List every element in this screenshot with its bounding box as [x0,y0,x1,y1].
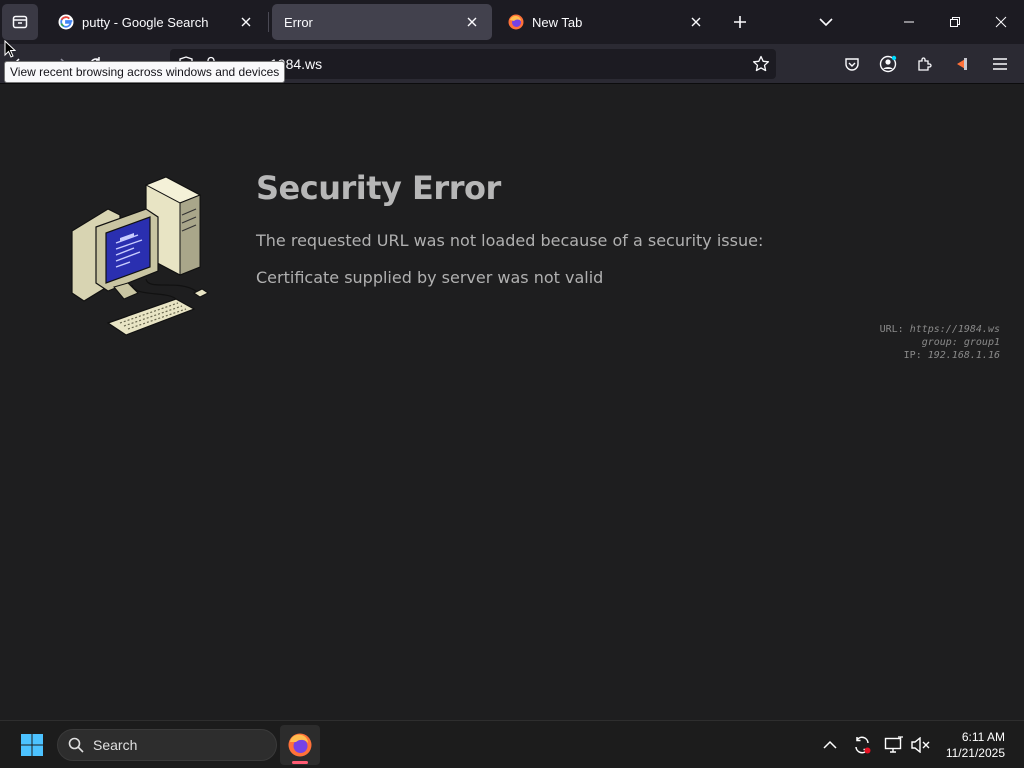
ip-key: IP: [903,350,922,361]
pocket-icon [845,58,859,71]
url-key: URL: [879,324,904,335]
taskbar: Search 6:11 AM 11/21/2025 [0,720,1024,768]
new-tab-button[interactable] [722,4,758,40]
close-tab-icon[interactable] [462,12,482,32]
extension-icon [957,58,967,70]
firefox-icon [288,733,312,757]
tab-title: putty - Google Search [82,14,209,30]
volume-muted-icon [911,737,930,753]
hamburger-menu-icon [993,58,1007,70]
firefox-view-icon [12,15,28,29]
minimize-button[interactable] [886,0,932,44]
taskbar-firefox[interactable] [280,725,320,765]
close-window-button[interactable] [978,0,1024,44]
group-detail: group: group1 [740,336,1000,349]
close-icon [995,16,1007,28]
volume-tray-button[interactable] [908,733,932,757]
tab-title: New Tab [532,14,583,30]
request-details: URL: https://1984.ws group: group1 IP: 1… [740,323,1000,362]
tab-new-tab[interactable]: New Tab [496,4,716,40]
sync-tray-button[interactable] [850,733,874,757]
close-tab-icon[interactable] [236,12,256,32]
account-button[interactable] [872,48,904,80]
restore-button[interactable] [932,0,978,44]
plus-icon [734,16,746,28]
error-page: Security Error The requested URL was not… [0,85,1024,719]
network-tray-button[interactable] [882,733,906,757]
start-button[interactable] [14,729,50,761]
extension-button[interactable] [946,48,978,80]
system-clock[interactable]: 6:11 AM 11/21/2025 [946,729,1005,761]
error-description: The requested URL was not loaded because… [256,231,764,250]
url-value: https://1984.ws [909,324,1000,335]
page-title: Security Error [256,169,501,207]
tab-separator [268,12,269,32]
firefox-view-button[interactable] [2,4,38,40]
tab-google-search[interactable]: putty - Google Search [46,4,266,40]
search-icon [68,737,84,753]
list-all-tabs-button[interactable] [808,4,844,40]
group-key: group: [921,337,958,348]
pocket-button[interactable] [836,48,868,80]
clock-date: 11/21/2025 [945,746,1005,760]
clock-time: 6:11 AM [961,730,1005,744]
ip-detail: IP: 192.168.1.16 [740,349,1000,362]
tab-strip: putty - Google Search Error New Tab [0,0,1024,44]
extensions-button[interactable] [908,48,940,80]
app-menu-button[interactable] [984,48,1016,80]
url-detail: URL: https://1984.ws [740,323,1000,336]
group-value: group1 [963,337,1000,348]
tab-error[interactable]: Error [272,4,492,40]
taskbar-search[interactable]: Search [57,729,277,761]
tab-title: Error [284,14,313,30]
chevron-up-icon [823,740,837,749]
error-reason: Certificate supplied by server was not v… [256,268,604,287]
windows-logo-icon [21,734,43,756]
search-label: Search [93,737,138,753]
chevron-down-icon [819,18,833,27]
network-icon [884,736,903,753]
minimize-icon [904,21,914,23]
account-icon [879,55,897,73]
puzzle-icon [918,57,932,71]
ip-value: 192.168.1.16 [927,350,1000,361]
restore-icon [950,17,960,27]
firefox-icon [508,14,524,30]
mouse-cursor-icon [4,40,16,58]
google-g-icon [58,14,74,30]
bookmark-star-icon[interactable] [752,55,770,73]
show-hidden-icons-button[interactable] [818,733,842,757]
computer-illustration [71,176,209,336]
tooltip: View recent browsing across windows and … [4,61,286,83]
sync-icon [855,736,871,754]
running-indicator [292,761,308,764]
close-tab-icon[interactable] [686,12,706,32]
